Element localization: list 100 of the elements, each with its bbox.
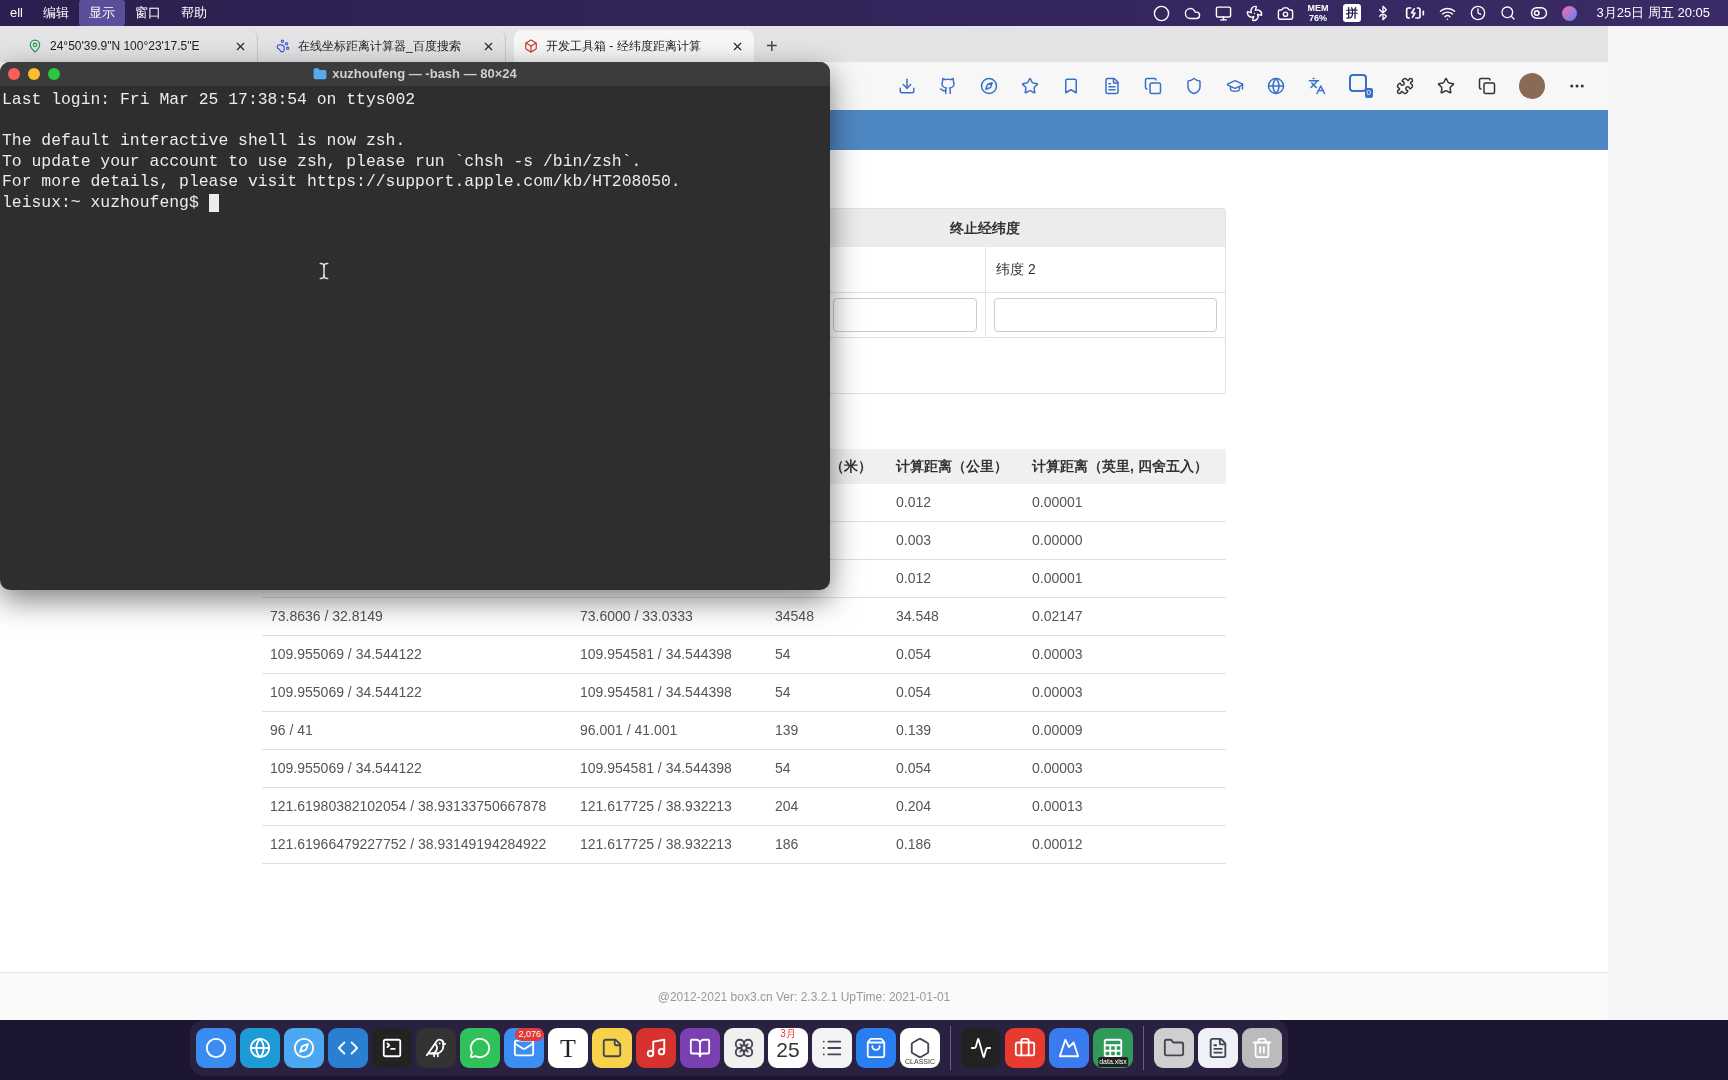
compass-icon[interactable] bbox=[980, 77, 998, 95]
table-cell-text: 0.012 bbox=[896, 569, 932, 588]
fan-icon[interactable] bbox=[1245, 4, 1263, 22]
table-cell-text: 0.00003 bbox=[1032, 645, 1083, 664]
dock-item[interactable] bbox=[1049, 1028, 1089, 1068]
clock-icon[interactable] bbox=[1469, 5, 1486, 21]
table-cell-text: 0.186 bbox=[896, 835, 932, 854]
terminal-prompt: leisux:~ xuzhoufeng$ bbox=[2, 192, 200, 214]
table-cell-text: 109.954581 / 34.544398 bbox=[580, 683, 732, 702]
table-cell-text: 0.003 bbox=[896, 531, 932, 550]
table-cell-text: 0.012 bbox=[896, 493, 932, 512]
dock-item[interactable] bbox=[1242, 1028, 1282, 1068]
table-cell-text: 96.001 / 41.001 bbox=[580, 721, 678, 740]
app-store-icon bbox=[865, 1037, 887, 1059]
minimize-window-button[interactable] bbox=[28, 68, 40, 80]
dock-item[interactable] bbox=[592, 1028, 632, 1068]
column-group-header: 终止经纬度 bbox=[949, 218, 1021, 238]
table-cell-text: 0.00000 bbox=[1032, 531, 1083, 550]
table-cell-text: 54 bbox=[775, 759, 791, 778]
monitor-icon[interactable] bbox=[1214, 4, 1232, 22]
tab-title: 开发工具箱 - 经纬度距离计算 bbox=[546, 38, 702, 55]
chat-icon bbox=[469, 1037, 491, 1059]
dock-item[interactable] bbox=[372, 1028, 412, 1068]
copy-icon[interactable] bbox=[1144, 77, 1162, 95]
table-cell-text: 0.204 bbox=[896, 797, 932, 816]
dock-item[interactable] bbox=[961, 1028, 1001, 1068]
github-icon[interactable] bbox=[939, 77, 957, 95]
bookmark-icon[interactable] bbox=[1062, 77, 1080, 95]
text-editor-icon[interactable]: T bbox=[548, 1028, 588, 1068]
search-icon[interactable] bbox=[1499, 5, 1516, 21]
collections-icon[interactable] bbox=[1478, 77, 1496, 95]
table-cell-text: 109.954581 / 34.544398 bbox=[580, 645, 732, 664]
dock-item[interactable] bbox=[240, 1028, 280, 1068]
menu-item[interactable]: 编辑 bbox=[33, 0, 79, 26]
dock-item[interactable] bbox=[416, 1028, 456, 1068]
dock-item[interactable] bbox=[1005, 1028, 1045, 1068]
input-method-indicator[interactable]: 拼 bbox=[1342, 4, 1361, 22]
memory-indicator[interactable]: MEM 76% bbox=[1307, 3, 1329, 23]
table-cell-text: 96 / 41 bbox=[270, 721, 313, 740]
table-cell-text: 109.954581 / 34.544398 bbox=[580, 759, 732, 778]
menu-item[interactable]: 帮助 bbox=[171, 0, 217, 26]
table-cell-text: 0.00001 bbox=[1032, 569, 1083, 588]
translate-icon[interactable] bbox=[1308, 77, 1326, 95]
favorites-icon[interactable] bbox=[1437, 77, 1455, 95]
graduation-cap-icon[interactable] bbox=[1226, 77, 1244, 95]
close-window-button[interactable] bbox=[8, 68, 20, 80]
dock-item[interactable]: 2,076 bbox=[504, 1028, 544, 1068]
dock-item[interactable] bbox=[284, 1028, 324, 1068]
table-cell-text: 0.02147 bbox=[1032, 607, 1083, 626]
menu-clock[interactable]: 3月25日 周五 20:05 bbox=[1596, 3, 1710, 23]
dock-item[interactable] bbox=[724, 1028, 764, 1068]
terminal-line: For more details, please visit https://support.apple.com/kb/HT208050. bbox=[2, 172, 682, 193]
dock-item[interactable] bbox=[196, 1028, 236, 1068]
dock-item[interactable] bbox=[680, 1028, 720, 1068]
terminal-icon bbox=[381, 1037, 403, 1059]
control-center-icon[interactable] bbox=[1529, 4, 1548, 22]
notes-icon bbox=[601, 1037, 623, 1059]
browser-tab[interactable]: 开发工具箱 - 经纬度距离计算 bbox=[514, 30, 754, 62]
tab-title: 在线坐标距离计算器_百度搜索 bbox=[298, 38, 462, 55]
table-cell-text: 73.6000 / 33.0333 bbox=[580, 607, 693, 626]
dock-item[interactable] bbox=[1198, 1028, 1238, 1068]
terminal-line: To update your account to use zsh, please run `chsh -s /bin/zsh`. bbox=[2, 151, 643, 173]
table-cell-text: 0.00003 bbox=[1032, 759, 1083, 778]
puzzle-icon[interactable] bbox=[1396, 77, 1414, 95]
calendar-day: 25 bbox=[776, 1039, 800, 1060]
table-cell-text: 0.00003 bbox=[1032, 683, 1083, 702]
footer-text: @2012-2021 box3.cn Ver: 2.3.2.1 UpTime: 2021-01-01 bbox=[657, 988, 951, 1006]
dock-item[interactable] bbox=[812, 1028, 852, 1068]
avatar[interactable] bbox=[1519, 73, 1545, 99]
menu-item[interactable]: ell bbox=[0, 0, 33, 26]
extension-badge: 0 bbox=[1364, 88, 1373, 98]
shield-icon[interactable] bbox=[1185, 77, 1203, 95]
globe-icon[interactable] bbox=[1267, 77, 1285, 95]
document-icon[interactable] bbox=[1103, 77, 1121, 95]
camera-icon[interactable] bbox=[1276, 4, 1294, 22]
new-tab-button[interactable]: + bbox=[762, 30, 782, 62]
document-icon bbox=[1207, 1037, 1229, 1059]
input-field[interactable] bbox=[994, 298, 1217, 332]
mountain-icon bbox=[1058, 1037, 1080, 1059]
column-header: 计算距离（英里, 四舍五入） bbox=[1032, 457, 1208, 476]
dock-item[interactable] bbox=[460, 1028, 500, 1068]
field-label: 纬度 2 bbox=[995, 260, 1037, 279]
music-icon bbox=[645, 1037, 667, 1059]
dock-item[interactable] bbox=[1154, 1028, 1194, 1068]
star-icon[interactable] bbox=[1021, 77, 1039, 95]
menu-item[interactable]: 显示 bbox=[79, 0, 125, 26]
table-cell-text: 54 bbox=[775, 645, 791, 664]
dock-item[interactable] bbox=[856, 1028, 896, 1068]
menu-item[interactable]: 窗口 bbox=[125, 0, 171, 26]
siri-icon[interactable] bbox=[1561, 5, 1577, 21]
dock-item[interactable] bbox=[328, 1028, 368, 1068]
text-cursor bbox=[208, 194, 219, 213]
table-cell-text: 0.00012 bbox=[1032, 835, 1083, 854]
calendar-icon[interactable]: 3月 25 bbox=[768, 1028, 808, 1068]
dock-item[interactable] bbox=[636, 1028, 676, 1068]
folder-icon bbox=[313, 67, 328, 81]
table-cell-text: 121.61966479227752 / 38.93149194284922 bbox=[270, 835, 547, 854]
zoom-window-button[interactable] bbox=[48, 68, 60, 80]
input-field[interactable] bbox=[833, 298, 977, 332]
download-icon[interactable] bbox=[898, 77, 916, 95]
